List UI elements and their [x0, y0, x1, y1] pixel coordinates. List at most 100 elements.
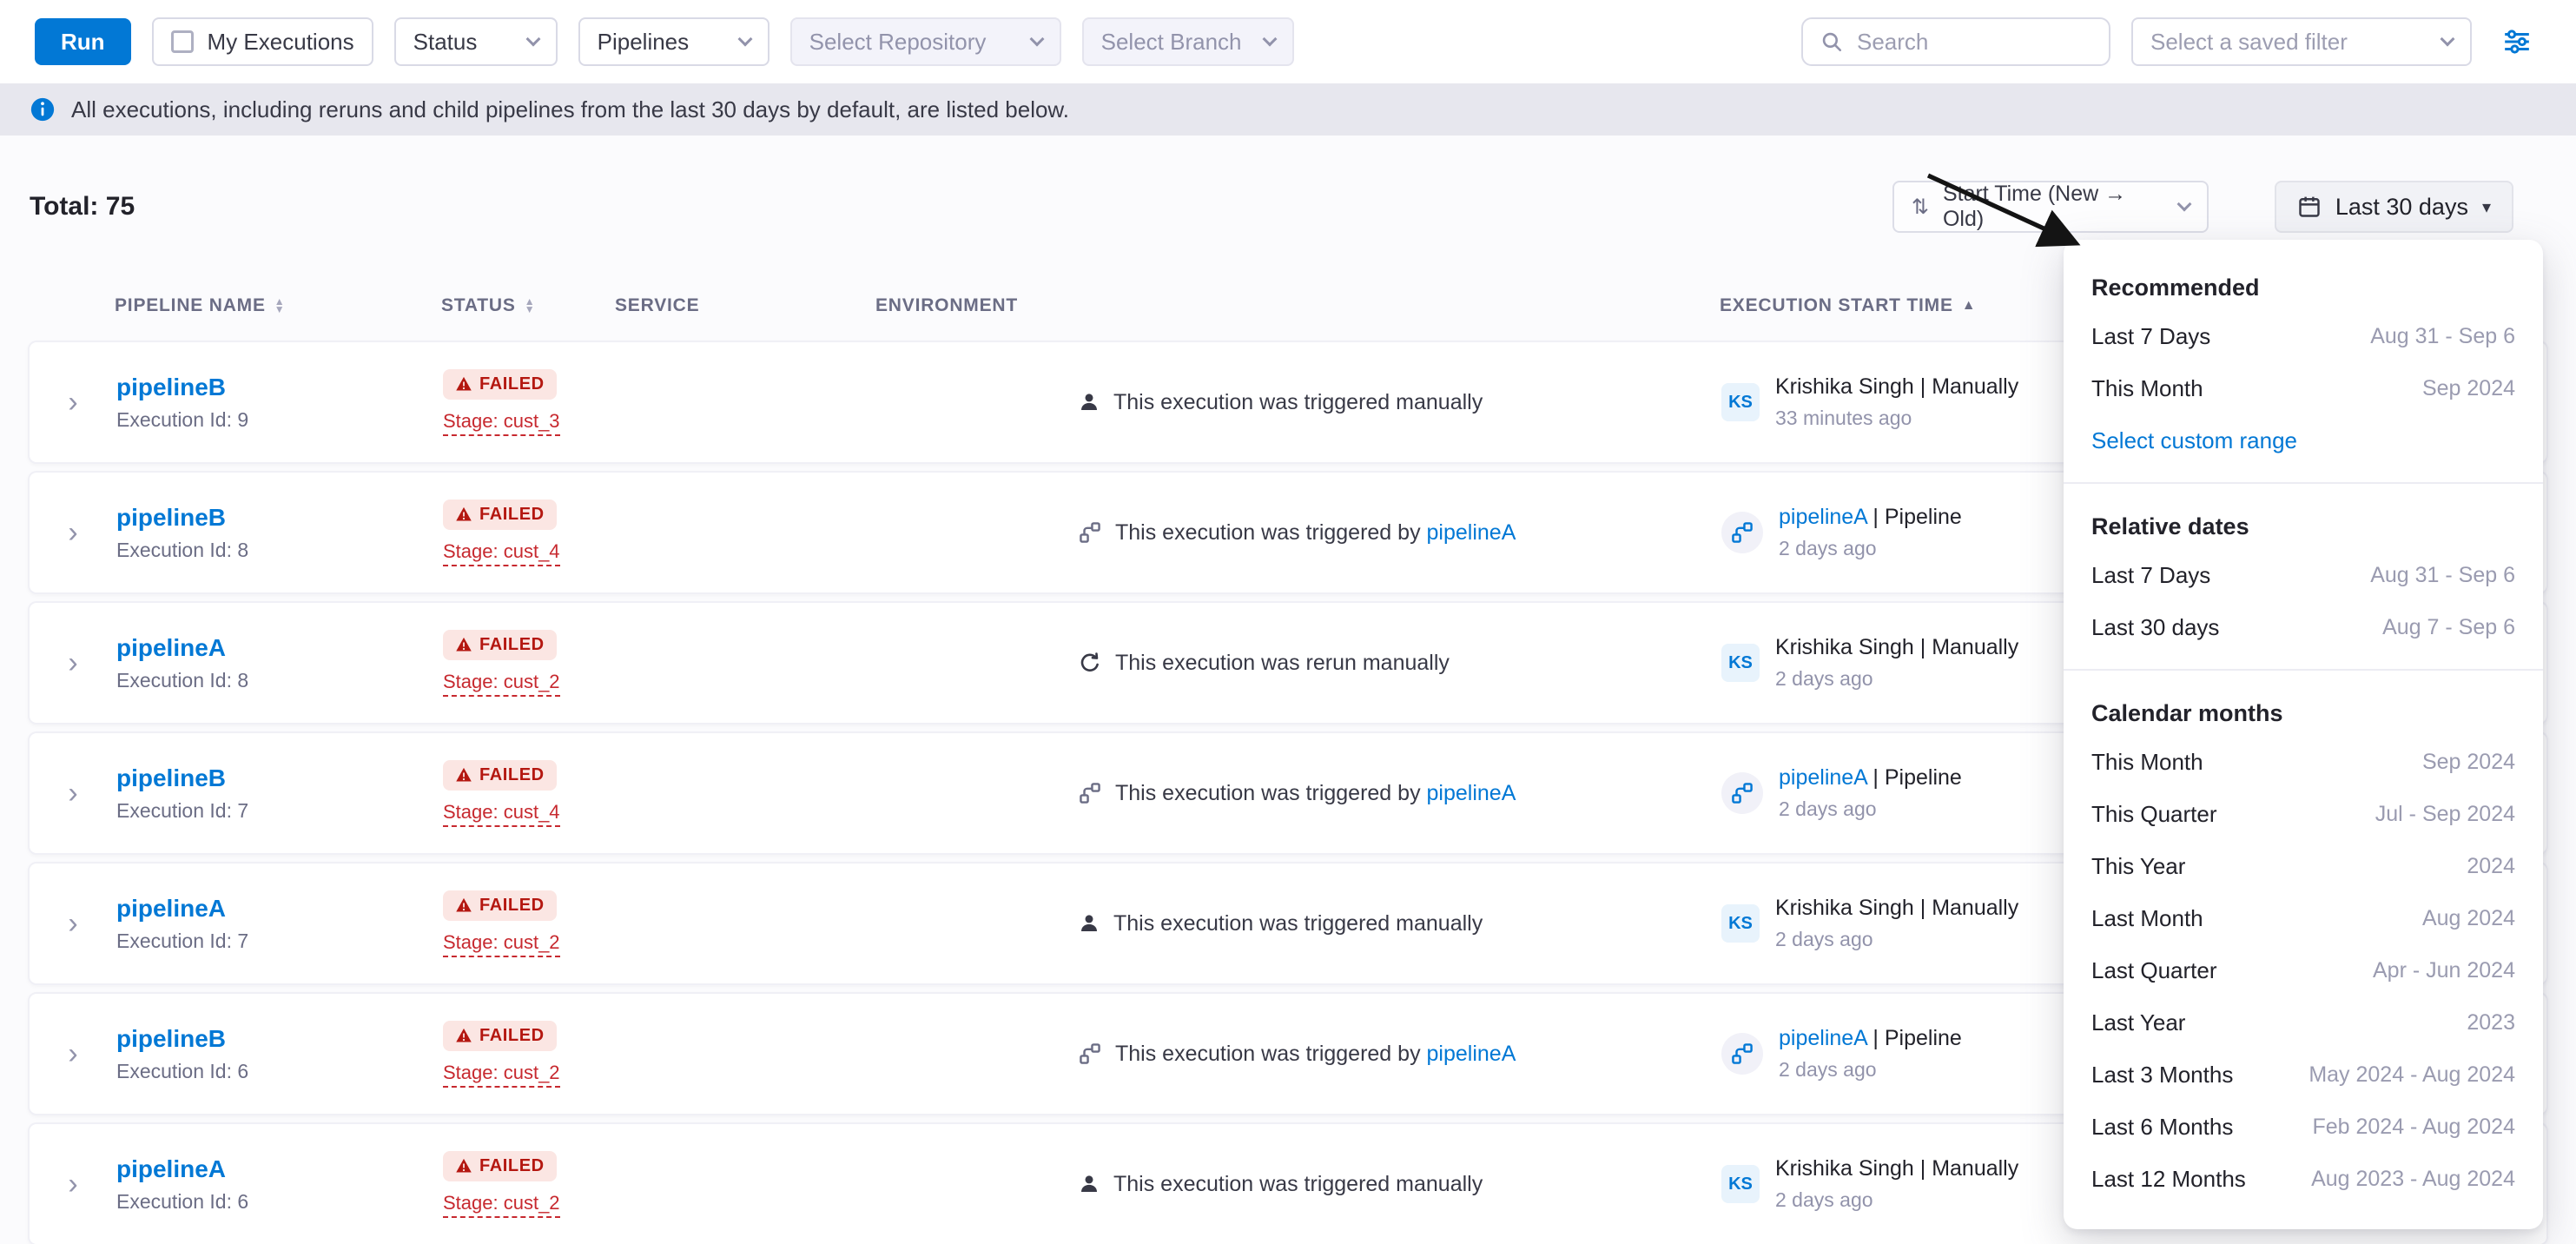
expand-chevron-icon[interactable]: ›: [57, 514, 88, 551]
pipelines-filter-dropdown[interactable]: Pipelines: [578, 17, 769, 66]
option-range: May 2024 - Aug 2024: [2308, 1062, 2515, 1088]
failed-stage-link[interactable]: Stage: cust_2: [443, 931, 560, 957]
column-label: STATUS: [441, 295, 516, 316]
execution-time: 2 days ago: [1775, 928, 2018, 951]
chevron-down-icon: [1029, 32, 1044, 47]
date-range-button[interactable]: Last 30 days ▾: [2275, 181, 2513, 233]
executor-pipeline-link[interactable]: pipelineA: [1779, 1026, 1866, 1050]
trigger-pipeline-link[interactable]: pipelineA: [1427, 520, 1516, 545]
option-range: Aug 2024: [2422, 906, 2515, 931]
column-header[interactable]: STATUS ▲▼: [441, 295, 615, 316]
pipeline-trigger-icon: [1079, 521, 1101, 544]
expand-chevron-icon[interactable]: ›: [57, 775, 88, 811]
my-executions-toggle[interactable]: My Executions: [152, 17, 373, 66]
expand-chevron-icon[interactable]: ›: [57, 645, 88, 681]
option-label: Last 12 Months: [2091, 1166, 2246, 1193]
saved-filter-dropdown[interactable]: Select a saved filter: [2131, 17, 2472, 66]
status-filter-label: Status: [413, 29, 478, 56]
status-badge-failed: FAILED: [443, 369, 557, 400]
column-label: EXECUTION START TIME: [1720, 295, 1953, 316]
branch-filter-label: Select Branch: [1101, 29, 1242, 56]
pipeline-name-link[interactable]: pipelineB: [116, 764, 443, 792]
pipeline-name-link[interactable]: pipelineB: [116, 1025, 443, 1053]
executor-pipeline-link[interactable]: pipelineA: [1779, 505, 1866, 529]
date-range-option[interactable]: Last 7 Days Aug 31 - Sep 6: [2091, 549, 2515, 601]
user-trigger-icon: [1079, 913, 1100, 934]
failed-stage-link[interactable]: Stage: cust_2: [443, 1192, 560, 1218]
expand-chevron-icon[interactable]: ›: [57, 1166, 88, 1202]
option-range: Sep 2024: [2422, 376, 2515, 401]
trigger-pipeline-link[interactable]: pipelineA: [1427, 1042, 1516, 1066]
branch-filter-dropdown[interactable]: Select Branch: [1082, 17, 1294, 66]
date-range-option[interactable]: Last Year 2023: [2091, 996, 2515, 1049]
custom-range-link[interactable]: Select custom range: [2091, 414, 2515, 467]
trigger-info: This execution was rerun manually: [1079, 651, 1721, 676]
user-avatar: KS: [1721, 644, 1760, 682]
date-range-option[interactable]: This Month Sep 2024: [2091, 362, 2515, 414]
column-header[interactable]: PIPELINE NAME▲▼: [115, 295, 441, 316]
pipeline-name-link[interactable]: pipelineA: [116, 895, 443, 923]
date-range-option[interactable]: This Quarter Jul - Sep 2024: [2091, 788, 2515, 840]
pipeline-name-link[interactable]: pipelineB: [116, 374, 443, 401]
option-label: Last 3 Months: [2091, 1062, 2233, 1088]
chevron-down-icon: [737, 32, 752, 47]
option-range: Apr - Jun 2024: [2373, 958, 2515, 983]
pipeline-avatar-icon: [1721, 1033, 1763, 1075]
trigger-info: This execution was triggered by pipeline…: [1079, 781, 1721, 806]
expand-chevron-icon[interactable]: ›: [57, 384, 88, 420]
date-range-option[interactable]: Last 30 days Aug 7 - Sep 6: [2091, 601, 2515, 653]
list-controls: ⇅ Start Time (New → Old) Last 30 days ▾: [1892, 181, 2513, 233]
failed-stage-link[interactable]: Stage: cust_3: [443, 410, 560, 436]
warning-triangle-icon: [455, 375, 472, 393]
pipeline-trigger-icon: [1079, 782, 1101, 804]
search-input[interactable]: [1857, 29, 2091, 56]
info-banner: All executions, including reruns and chi…: [0, 83, 2576, 136]
status-filter-dropdown[interactable]: Status: [394, 17, 558, 66]
sort-toggle-icon[interactable]: ▲▼: [525, 298, 536, 314]
section-divider: [2064, 482, 2543, 484]
failed-stage-link[interactable]: Stage: cust_4: [443, 540, 560, 566]
date-range-option[interactable]: Last Month Aug 2024: [2091, 892, 2515, 944]
executor-name: Krishika Singh | Manually: [1775, 896, 2018, 921]
search-box[interactable]: [1801, 17, 2110, 66]
pipeline-avatar-icon: [1721, 512, 1763, 553]
date-range-label: Last 30 days: [2335, 194, 2468, 221]
sort-toggle-icon[interactable]: ▲▼: [274, 298, 286, 314]
pipeline-name-link[interactable]: pipelineA: [116, 634, 443, 662]
run-button[interactable]: Run: [35, 18, 131, 65]
date-range-option[interactable]: Last 12 Months Aug 2023 - Aug 2024: [2091, 1153, 2515, 1205]
option-range: Aug 31 - Sep 6: [2370, 324, 2515, 349]
date-range-option[interactable]: Last 6 Months Feb 2024 - Aug 2024: [2091, 1101, 2515, 1153]
date-range-option[interactable]: Last 7 Days Aug 31 - Sep 6: [2091, 310, 2515, 362]
executor-pipeline-link[interactable]: pipelineA: [1779, 765, 1866, 790]
column-header[interactable]: ENVIRONMENT: [875, 295, 1077, 316]
expand-chevron-icon[interactable]: ›: [57, 905, 88, 942]
sort-ascending-icon[interactable]: ▲: [1962, 298, 1977, 314]
execution-time: 33 minutes ago: [1775, 407, 2018, 430]
option-range: Aug 7 - Sep 6: [2382, 615, 2515, 640]
date-range-option[interactable]: This Year 2024: [2091, 840, 2515, 892]
content-header: Total: 75 ⇅ Start Time (New → Old) Last …: [0, 136, 2576, 233]
expand-chevron-icon[interactable]: ›: [57, 1036, 88, 1072]
trigger-pipeline-link[interactable]: pipelineA: [1427, 781, 1516, 805]
repository-filter-label: Select Repository: [809, 29, 987, 56]
date-range-option[interactable]: Last 3 Months May 2024 - Aug 2024: [2091, 1049, 2515, 1101]
pipeline-name-link[interactable]: pipelineB: [116, 504, 443, 532]
dropdown-section-title: Calendar months: [2091, 686, 2515, 736]
execution-id: Execution Id: 6: [116, 1190, 443, 1214]
repository-filter-dropdown[interactable]: Select Repository: [790, 17, 1061, 66]
date-range-option[interactable]: This Month Sep 2024: [2091, 736, 2515, 788]
my-executions-checkbox[interactable]: [171, 30, 194, 53]
chevron-down-icon: [2441, 32, 2455, 47]
pipeline-name-link[interactable]: pipelineA: [116, 1155, 443, 1183]
option-label: Last 6 Months: [2091, 1114, 2233, 1141]
failed-stage-link[interactable]: Stage: cust_2: [443, 1062, 560, 1088]
column-label: ENVIRONMENT: [875, 295, 1018, 316]
sort-dropdown[interactable]: ⇅ Start Time (New → Old): [1892, 181, 2209, 233]
execution-id: Execution Id: 7: [116, 930, 443, 953]
filter-settings-button[interactable]: [2493, 17, 2541, 66]
failed-stage-link[interactable]: Stage: cust_2: [443, 671, 560, 697]
failed-stage-link[interactable]: Stage: cust_4: [443, 801, 560, 827]
date-range-option[interactable]: Last Quarter Apr - Jun 2024: [2091, 944, 2515, 996]
column-header[interactable]: SERVICE: [615, 295, 875, 316]
